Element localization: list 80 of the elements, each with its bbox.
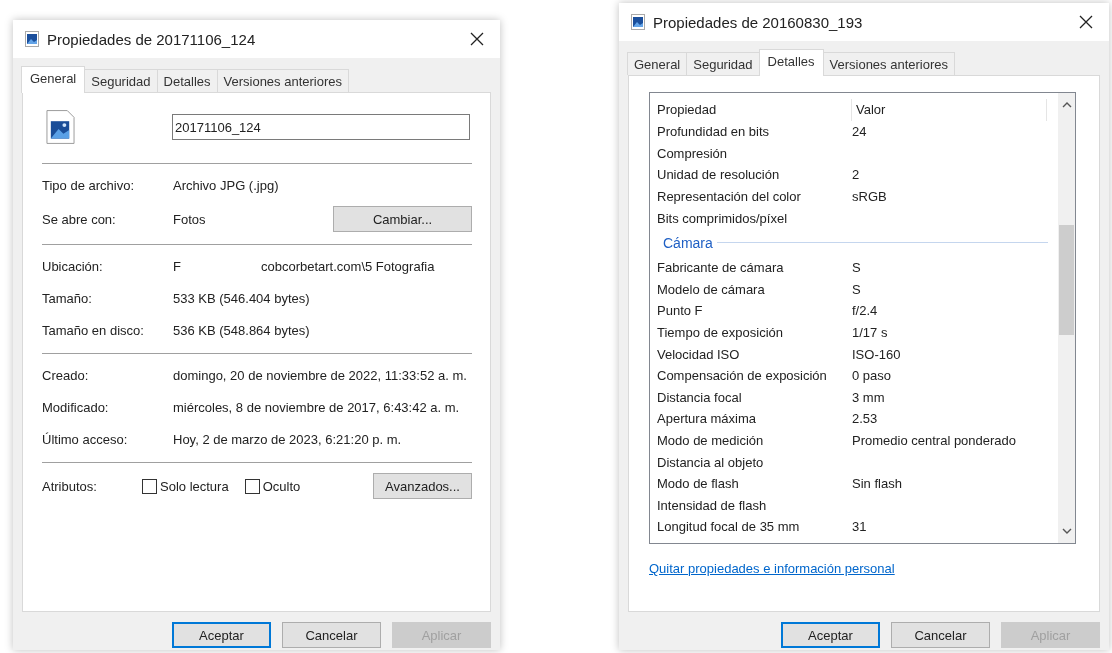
close-icon[interactable] <box>1079 15 1093 29</box>
scroll-thumb[interactable] <box>1059 225 1074 335</box>
property-value: 24 <box>852 124 867 140</box>
image-file-icon <box>631 14 645 30</box>
property-name: Punto F <box>657 303 704 319</box>
close-icon[interactable] <box>470 32 484 46</box>
dialog-button[interactable]: Aceptar <box>781 622 880 648</box>
property-name: Apertura máxima <box>657 411 757 427</box>
file-name-field[interactable]: 20171106_124 <box>172 114 470 140</box>
tab[interactable]: General <box>627 52 688 75</box>
property-name: Tiempo de exposición <box>657 325 784 341</box>
dialog-button[interactable]: Cancelar <box>891 622 990 648</box>
property-name: Intensidad de flash <box>657 497 768 513</box>
checkbox[interactable]: Solo lectura <box>142 478 229 494</box>
property-value: cobcorbetart.com\5 Fotografia <box>260 258 435 274</box>
column-header[interactable]: Propiedad <box>657 99 852 121</box>
scroll-up-icon[interactable] <box>1061 102 1072 108</box>
property-label: Creado: <box>42 367 90 383</box>
property-value: S <box>852 281 861 297</box>
tab[interactable]: Seguridad <box>84 69 158 92</box>
property-name: Modelo de cámara <box>657 281 766 297</box>
property-label: Último acceso: <box>42 431 129 447</box>
property-name: Longitud focal de 35 mm <box>657 519 801 535</box>
property-name: Bits comprimidos/píxel <box>657 210 789 226</box>
property-name: Compresión <box>657 145 729 161</box>
group-heading: Cámara <box>663 234 713 251</box>
property-value: 533 KB (546.404 bytes) <box>173 290 310 306</box>
window-title: Propiedades de 20160830_193 <box>653 13 864 31</box>
tab[interactable]: Versiones anteriores <box>822 52 955 75</box>
advanced-button[interactable]: Avanzados... <box>373 473 472 499</box>
scrollbar[interactable] <box>1058 93 1075 543</box>
property-name: Representación del color <box>657 189 802 205</box>
tab[interactable]: Versiones anteriores <box>216 69 349 92</box>
property-name: Profundidad en bits <box>657 124 771 140</box>
property-value: 536 KB (548.864 bytes) <box>173 322 310 338</box>
dialog-button[interactable]: Aceptar <box>172 622 271 648</box>
property-value: 1/17 s <box>852 325 888 341</box>
scroll-down-icon[interactable] <box>1061 528 1072 534</box>
property-value: miércoles, 8 de noviembre de 2017, 6:43:42 a. m. <box>173 399 460 415</box>
property-name: Unidad de resolución <box>657 167 781 183</box>
property-name: Modo de flash <box>657 476 740 492</box>
property-value: f/2.4 <box>852 303 878 319</box>
property-value: 3 mm <box>852 389 885 405</box>
property-name: Velocidad ISO <box>657 346 741 362</box>
dialog-button[interactable]: Cancelar <box>282 622 381 648</box>
property-value: S <box>852 260 861 276</box>
property-value: sRGB <box>852 189 887 205</box>
property-name: Modo de medición <box>657 433 765 448</box>
tab[interactable]: General <box>21 66 86 93</box>
property-label: Tamaño: <box>42 290 93 306</box>
property-value: Hoy, 2 de marzo de 2023, 6:21:20 p. m. <box>173 431 402 447</box>
window-title: Propiedades de 20171106_124 <box>47 30 257 48</box>
property-label: Tamaño en disco: <box>42 322 145 338</box>
property-value: Sin flash <box>852 476 902 492</box>
image-file-icon <box>25 31 39 47</box>
tab[interactable]: Detalles <box>758 49 824 76</box>
property-name: Distancia focal <box>657 389 743 405</box>
property-value: 2 <box>852 167 860 183</box>
property-name: Fabricante de cámara <box>657 260 785 276</box>
property-value: Archivo JPG (.jpg) <box>173 177 279 193</box>
property-label: Ubicación: <box>42 258 104 274</box>
property-value: 0 paso <box>852 368 892 384</box>
property-value: F <box>173 258 181 274</box>
property-value: 2.53 <box>852 411 878 427</box>
property-value: Fotos <box>173 211 206 227</box>
property-value: ISO-160 <box>852 346 901 362</box>
property-name: Compensación de exposición <box>657 368 828 384</box>
remove-properties-link[interactable]: Quitar propiedades e información personal <box>649 561 895 576</box>
image-file-icon <box>46 109 75 145</box>
column-header[interactable]: Valor <box>852 99 1047 121</box>
property-label: Se abre con: <box>42 211 117 227</box>
change-button[interactable]: Cambiar... <box>333 206 472 232</box>
property-label: Modificado: <box>42 399 110 415</box>
property-value: domingo, 20 de noviembre de 2022, 11:33:52 a. m. <box>173 367 467 383</box>
property-name: Distancia al objeto <box>657 454 765 470</box>
property-value: 31 <box>852 519 867 535</box>
checkbox[interactable]: Oculto <box>244 478 301 494</box>
property-value: Promedio central ponderado <box>852 433 1017 448</box>
tab[interactable]: Seguridad <box>686 52 760 75</box>
property-label: Tipo de archivo: <box>42 177 135 193</box>
